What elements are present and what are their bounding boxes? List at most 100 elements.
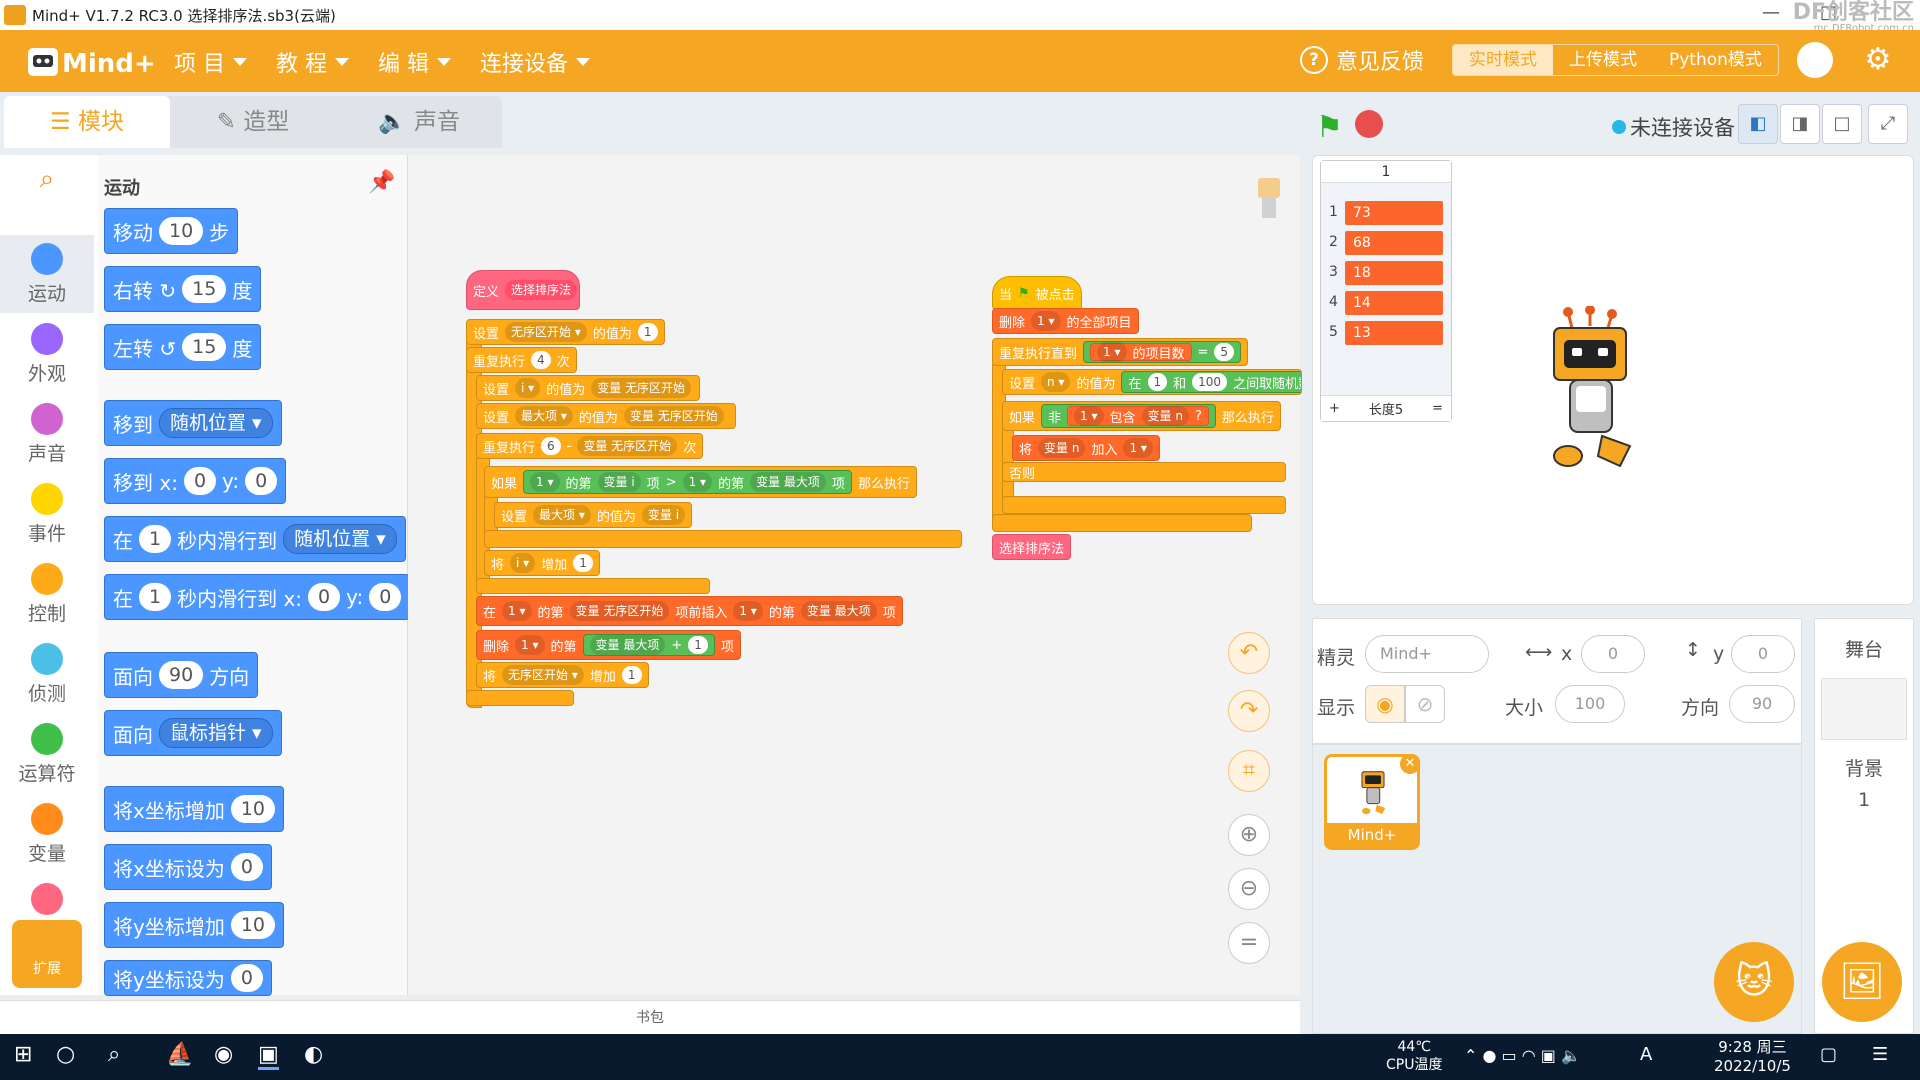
backpack[interactable]: 书包 xyxy=(0,1000,1300,1034)
category-control[interactable]: 控制 xyxy=(0,555,94,633)
crop-icon[interactable]: ⌗ xyxy=(1228,750,1270,792)
hide-eye-icon[interactable]: ⊘ xyxy=(1405,685,1445,723)
block-turn-left[interactable]: 左转 ↺ 15 度 xyxy=(104,324,262,370)
repeat-block[interactable]: 重复执行 4 次 xyxy=(466,347,577,373)
task-view-icon[interactable]: ⌕ xyxy=(108,1042,120,1067)
layout-split-button[interactable]: ◧ xyxy=(1738,104,1778,144)
block-go-to[interactable]: 移到 随机位置 ▾ xyxy=(104,400,282,446)
python-mode-button[interactable]: Python模式 xyxy=(1653,45,1778,75)
green-flag-icon[interactable]: ⚑ xyxy=(1316,110,1343,145)
sprite-card[interactable]: Mind+ ✕ xyxy=(1324,754,1420,850)
tray-icons[interactable]: ⌃ ● ▭ ◠ ▣ 🔈 xyxy=(1464,1046,1581,1065)
block-go-to-xy[interactable]: 移到 x: 0 y: 0 xyxy=(104,458,287,504)
layout-hide-stage-button[interactable]: □ xyxy=(1822,104,1862,144)
menu-edit[interactable]: 编 辑 xyxy=(378,46,451,78)
block-change-x[interactable]: 将x坐标增加 10 xyxy=(104,786,285,832)
notification-icon[interactable]: ▢ xyxy=(1820,1044,1837,1065)
set-max-i-block[interactable]: 设置 最大项 ▾ 的值为 变量 i xyxy=(494,502,692,528)
tab-blocks[interactable]: ☰ 模块 xyxy=(4,96,170,148)
category-operators[interactable]: 运算符 xyxy=(0,715,94,793)
add-item-button[interactable]: + xyxy=(1329,401,1340,416)
block-set-y[interactable]: 将y坐标设为 0 xyxy=(104,960,272,996)
category-events[interactable]: 事件 xyxy=(0,475,94,553)
delete-item-block[interactable]: 删除 1 ▾ 的第 变量 最大项 +1 项 xyxy=(476,630,741,660)
resize-handle[interactable]: = xyxy=(1432,401,1443,416)
category-variables[interactable]: 变量 xyxy=(0,795,94,873)
add-sprite-button[interactable]: 🐱 xyxy=(1714,942,1794,1022)
mind-plus-sprite[interactable] xyxy=(1540,306,1640,482)
zoom-reset-icon[interactable]: = xyxy=(1228,922,1270,964)
layout-small-stage-button[interactable]: ◨ xyxy=(1780,104,1820,144)
extension-button[interactable]: 扩展 xyxy=(12,920,82,988)
direction-field[interactable]: 90 xyxy=(1729,685,1795,723)
mind-plus-taskbar-icon[interactable]: ▣ xyxy=(258,1042,279,1070)
set-max-block[interactable]: 设置 最大项 ▾ 的值为 变量 无序区开始 xyxy=(476,403,736,429)
block-set-x[interactable]: 将x坐标设为 0 xyxy=(104,844,272,890)
category-motion[interactable]: 运动 xyxy=(0,235,94,313)
gear-icon[interactable]: ⚙ xyxy=(1860,42,1896,78)
stage-thumbnail[interactable] xyxy=(1821,678,1907,740)
if-block[interactable]: 如果 1 ▾ 的第 变量 i 项 >1 ▾ 的第 变量 最大项项 那么执行 xyxy=(484,466,917,498)
block-point-direction[interactable]: 面向 90 方向 xyxy=(104,652,259,698)
feedback-button[interactable]: ? 意见反馈 xyxy=(1300,44,1424,76)
set-unsorted-start-block[interactable]: 设置 无序区开始 ▾ 的值为 1 xyxy=(466,319,665,345)
avatar[interactable] xyxy=(1797,42,1833,78)
y-field[interactable]: 0 xyxy=(1731,635,1795,673)
redo-icon[interactable]: ↷ xyxy=(1228,690,1270,732)
show-eye-icon[interactable]: ◉ xyxy=(1365,685,1405,723)
pin-icon[interactable]: 📌 xyxy=(368,170,395,195)
app-icon[interactable]: ⛵ xyxy=(166,1042,193,1067)
chrome-icon[interactable]: ◉ xyxy=(214,1042,233,1067)
set-n-block[interactable]: 设置n ▾的值为在1和100之间取随机数 xyxy=(1002,369,1302,395)
size-field[interactable]: 100 xyxy=(1555,685,1625,723)
fullscreen-button[interactable]: ⤢ xyxy=(1868,104,1908,144)
tab-sounds[interactable]: 🔈 声音 xyxy=(336,96,502,148)
menu-connect-device[interactable]: 连接设备 xyxy=(480,46,591,78)
zoom-in-icon[interactable]: ⊕ xyxy=(1228,814,1270,856)
block-turn-right[interactable]: 右转 ↻ 15 度 xyxy=(104,266,262,312)
connection-status[interactable]: 未连接设备 xyxy=(1612,112,1735,142)
action-center-icon[interactable]: ☰ xyxy=(1872,1044,1888,1065)
block-glide-to[interactable]: 在 1 秒内滑行到 随机位置 ▾ xyxy=(104,516,406,562)
category-sound[interactable]: 声音 xyxy=(0,395,94,473)
change-i-block[interactable]: 将i ▾ 增加 1 xyxy=(484,550,600,576)
x-field[interactable]: 0 xyxy=(1581,635,1645,673)
add-to-list-block[interactable]: 将变量 n 加入 1 ▾ xyxy=(1012,435,1160,461)
if-else-block[interactable]: 如果非 1 ▾ 包含 变量 n? 那么执行 xyxy=(1002,401,1281,431)
zoom-out-icon[interactable]: ⊖ xyxy=(1228,868,1270,910)
browser-icon[interactable]: ◐ xyxy=(304,1042,323,1067)
call-selection-sort-block[interactable]: 选择排序法 xyxy=(992,534,1072,560)
set-i-block[interactable]: 设置 i ▾ 的值为 变量 无序区开始 xyxy=(476,375,700,401)
change-unsorted-start-block[interactable]: 将无序区开始 ▾ 增加 1 xyxy=(476,662,649,688)
realtime-mode-button[interactable]: 实时模式 xyxy=(1453,45,1553,75)
ime-indicator[interactable]: A xyxy=(1640,1044,1652,1065)
windows-start-icon[interactable]: ⊞ xyxy=(14,1042,32,1067)
stop-icon[interactable] xyxy=(1355,110,1383,138)
block-point-towards[interactable]: 面向 鼠标指针 ▾ xyxy=(104,710,282,756)
category-search[interactable]: ⌕ xyxy=(0,155,94,233)
clock[interactable]: 9:28 周三 2022/10/5 xyxy=(1714,1038,1791,1076)
minimize-button[interactable]: — xyxy=(1762,2,1780,23)
menu-project[interactable]: 项 目 xyxy=(174,46,247,78)
category-looks[interactable]: 外观 xyxy=(0,315,94,393)
undo-icon[interactable]: ↶ xyxy=(1228,632,1270,674)
list-monitor[interactable]: 1 1 73 2 68 3 18 4 14 5 13 + 长度5 = xyxy=(1320,160,1452,422)
search-circle-icon[interactable]: ○ xyxy=(56,1042,75,1067)
tab-costumes[interactable]: ✎ 造型 xyxy=(170,96,336,148)
define-hat-block[interactable]: 定义 选择排序法 xyxy=(466,270,580,310)
when-flag-clicked-block[interactable]: 当 ⚑ 被点击 xyxy=(992,276,1082,310)
sprite-name-field[interactable]: Mind+ xyxy=(1365,635,1489,673)
block-change-y[interactable]: 将y坐标增加 10 xyxy=(104,902,285,948)
category-sensing[interactable]: 侦测 xyxy=(0,635,94,713)
block-glide-to-xy[interactable]: 在 1 秒内滑行到 x: 0 y: 0 xyxy=(104,574,411,620)
repeat-until-block[interactable]: 重复执行直到 1 ▾ 的项目数 = 5 xyxy=(992,338,1249,366)
upload-mode-button[interactable]: 上传模式 xyxy=(1553,45,1653,75)
delete-sprite-icon[interactable]: ✕ xyxy=(1400,754,1420,774)
insert-item-block[interactable]: 在1 ▾ 的第 变量 无序区开始 项前插入 1 ▾ 的第 变量 最大项项 xyxy=(476,596,903,626)
repeat-inner-block[interactable]: 重复执行 6- 变量 无序区开始次 xyxy=(476,433,704,459)
block-move-steps[interactable]: 移动 10 步 xyxy=(104,208,239,254)
delete-all-block[interactable]: 删除 1 ▾ 的全部项目 xyxy=(992,308,1139,334)
add-backdrop-button[interactable]: 🖼 xyxy=(1822,942,1902,1022)
menu-tutorial[interactable]: 教 程 xyxy=(276,46,349,78)
mind-plus-logo[interactable]: Mind+ xyxy=(24,38,154,84)
